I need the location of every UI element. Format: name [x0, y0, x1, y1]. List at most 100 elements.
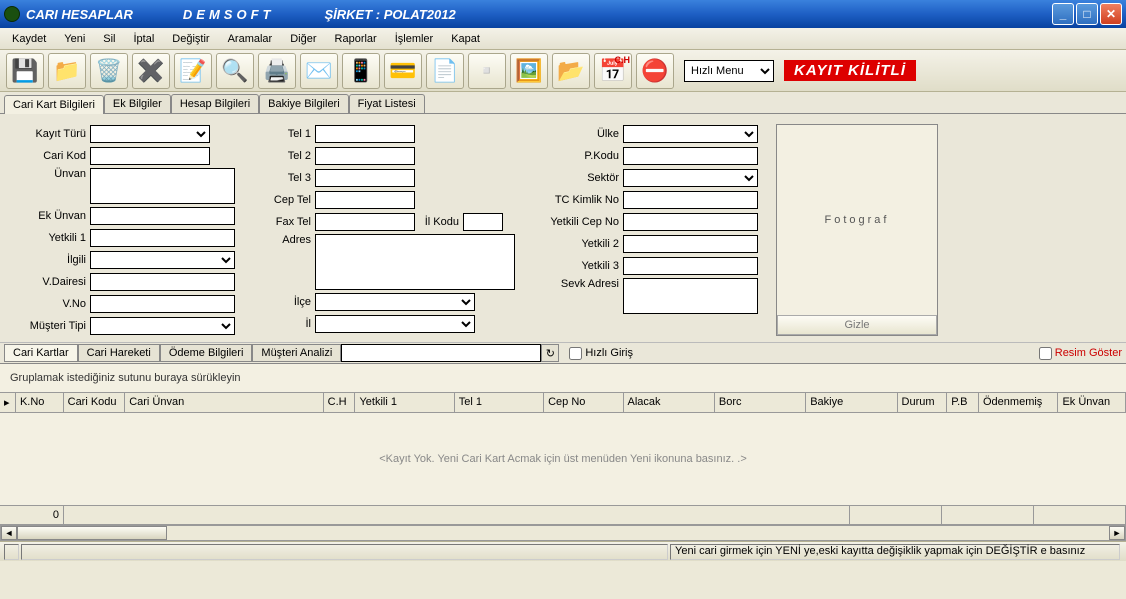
card-icon[interactable]: 💳 — [384, 53, 422, 89]
vno-input[interactable] — [90, 295, 235, 313]
scroll-thumb[interactable] — [17, 526, 167, 540]
save-icon[interactable]: 💾 — [6, 53, 44, 89]
menu-islemler[interactable]: İşlemler — [387, 31, 442, 47]
filter-input[interactable] — [341, 344, 541, 362]
tel2-input[interactable] — [315, 147, 415, 165]
tab-cari-kart[interactable]: Cari Kart Bilgileri — [4, 95, 104, 114]
menu-aramalar[interactable]: Aramalar — [220, 31, 281, 47]
tel1-input[interactable] — [315, 125, 415, 143]
label-unvan: Ünvan — [14, 168, 86, 180]
label-ulke: Ülke — [533, 128, 619, 140]
label-faxtel: Fax Tel — [253, 216, 311, 228]
print-icon[interactable]: 🖨️ — [258, 53, 296, 89]
kayit-turu-select[interactable] — [90, 125, 210, 143]
resim-goster-checkbox[interactable] — [1039, 347, 1052, 360]
tabs-bottom: Cari Kartlar Cari Hareketi Ödeme Bilgile… — [0, 342, 1126, 364]
yetkili3-input[interactable] — [623, 257, 758, 275]
mail-icon[interactable]: ✉️ — [300, 53, 338, 89]
col-header[interactable]: Cari Ünvan — [125, 393, 323, 412]
sevkadres-input[interactable] — [623, 278, 758, 314]
new-icon[interactable]: 📁 — [48, 53, 86, 89]
search-icon[interactable]: 🔍 — [216, 53, 254, 89]
quick-menu-select[interactable]: Hızlı Menu — [684, 60, 774, 82]
ilkodu-input[interactable] — [463, 213, 503, 231]
tab-hesap-bilgileri[interactable]: Hesap Bilgileri — [171, 94, 259, 113]
edit-icon[interactable]: 📝 — [174, 53, 212, 89]
menu-kaydet[interactable]: Kaydet — [4, 31, 54, 47]
menu-iptal[interactable]: İptal — [126, 31, 163, 47]
ilgili-select[interactable] — [90, 251, 235, 269]
col-header[interactable]: Durum — [898, 393, 948, 412]
exit-icon[interactable]: ⛔ — [636, 53, 674, 89]
close-button[interactable]: ✕ — [1100, 3, 1122, 25]
col-header[interactable]: Ödenmemiş — [979, 393, 1058, 412]
tab-ek-bilgiler[interactable]: Ek Bilgiler — [104, 94, 171, 113]
yetkili2-input[interactable] — [623, 235, 758, 253]
grid: Gruplamak istediğiniz sutunu buraya sürü… — [0, 364, 1126, 541]
col-header[interactable]: Bakiye — [806, 393, 897, 412]
menubar: Kaydet Yeni Sil İptal Değiştir Aramalar … — [0, 28, 1126, 50]
scroll-left-icon[interactable]: ◄ — [1, 526, 17, 540]
ch-icon[interactable]: 📅C.H — [594, 53, 632, 89]
faxtel-input[interactable] — [315, 213, 415, 231]
menu-diger[interactable]: Diğer — [282, 31, 324, 47]
group-hint: Gruplamak istediğiniz sutunu buraya sürü… — [0, 364, 1126, 392]
menu-sil[interactable]: Sil — [95, 31, 123, 47]
col-header[interactable]: Borc — [715, 393, 806, 412]
col-header[interactable]: P.B — [947, 393, 979, 412]
delete-icon[interactable]: 🗑️ — [90, 53, 128, 89]
folder-icon[interactable]: 📂 — [552, 53, 590, 89]
tel3-input[interactable] — [315, 169, 415, 187]
tab-cari-hareketi[interactable]: Cari Hareketi — [78, 344, 160, 362]
blank-icon[interactable]: ▫️ — [468, 53, 506, 89]
menu-degistir[interactable]: Değiştir — [164, 31, 217, 47]
tab-odeme-bilgileri[interactable]: Ödeme Bilgileri — [160, 344, 253, 362]
horizontal-scrollbar[interactable]: ◄ ► — [0, 525, 1126, 541]
tab-cari-kartlar[interactable]: Cari Kartlar — [4, 344, 78, 362]
yetkili1-input[interactable] — [90, 229, 235, 247]
adres-input[interactable] — [315, 234, 515, 290]
col-header[interactable]: Tel 1 — [455, 393, 544, 412]
menu-raporlar[interactable]: Raporlar — [327, 31, 385, 47]
vdairesi-input[interactable] — [90, 273, 235, 291]
tab-musteri-analizi[interactable]: Müşteri Analizi — [252, 344, 341, 362]
note-icon[interactable]: 📄 — [426, 53, 464, 89]
ek-unvan-input[interactable] — [90, 207, 235, 225]
label-sektor: Sektör — [533, 172, 619, 184]
col-header[interactable]: Yetkili 1 — [355, 393, 454, 412]
col-header[interactable]: Cari Kodu — [64, 393, 126, 412]
label-musteri-tipi: Müşteri Tipi — [14, 320, 86, 332]
col-header[interactable]: C.H — [324, 393, 356, 412]
maximize-button[interactable]: □ — [1076, 3, 1098, 25]
hide-photo-button[interactable]: Gizle — [777, 315, 937, 335]
ulke-select[interactable] — [623, 125, 758, 143]
label-yetkilicep: Yetkili Cep No — [533, 216, 619, 228]
col-header[interactable]: Cep No — [544, 393, 623, 412]
unvan-input[interactable] — [90, 168, 235, 204]
il-select[interactable] — [315, 315, 475, 333]
image-icon[interactable]: 🖼️ — [510, 53, 548, 89]
hizli-giris-checkbox[interactable] — [569, 347, 582, 360]
col-header[interactable]: Ek Ünvan — [1058, 393, 1126, 412]
ilce-select[interactable] — [315, 293, 475, 311]
musteri-tipi-select[interactable] — [90, 317, 235, 335]
col-header[interactable]: K.No — [16, 393, 64, 412]
tab-bakiye-bilgileri[interactable]: Bakiye Bilgileri — [259, 94, 349, 113]
pkodu-input[interactable] — [623, 147, 758, 165]
cancel-icon[interactable]: ✖️ — [132, 53, 170, 89]
scroll-right-icon[interactable]: ► — [1109, 526, 1125, 540]
sektor-select[interactable] — [623, 169, 758, 187]
sms-icon[interactable]: 📱 — [342, 53, 380, 89]
menu-kapat[interactable]: Kapat — [443, 31, 488, 47]
col-header[interactable]: Alacak — [624, 393, 715, 412]
minimize-button[interactable]: _ — [1052, 3, 1074, 25]
refresh-icon[interactable]: ↻ — [541, 344, 559, 362]
ceptel-input[interactable] — [315, 191, 415, 209]
label-ek-unvan: Ek Ünvan — [14, 210, 86, 222]
menu-yeni[interactable]: Yeni — [56, 31, 93, 47]
tckimlik-input[interactable] — [623, 191, 758, 209]
yetkilicep-input[interactable] — [623, 213, 758, 231]
cari-kod-input[interactable] — [90, 147, 210, 165]
tab-fiyat-listesi[interactable]: Fiyat Listesi — [349, 94, 425, 113]
tabs-top: Cari Kart Bilgileri Ek Bilgiler Hesap Bi… — [0, 92, 1126, 114]
